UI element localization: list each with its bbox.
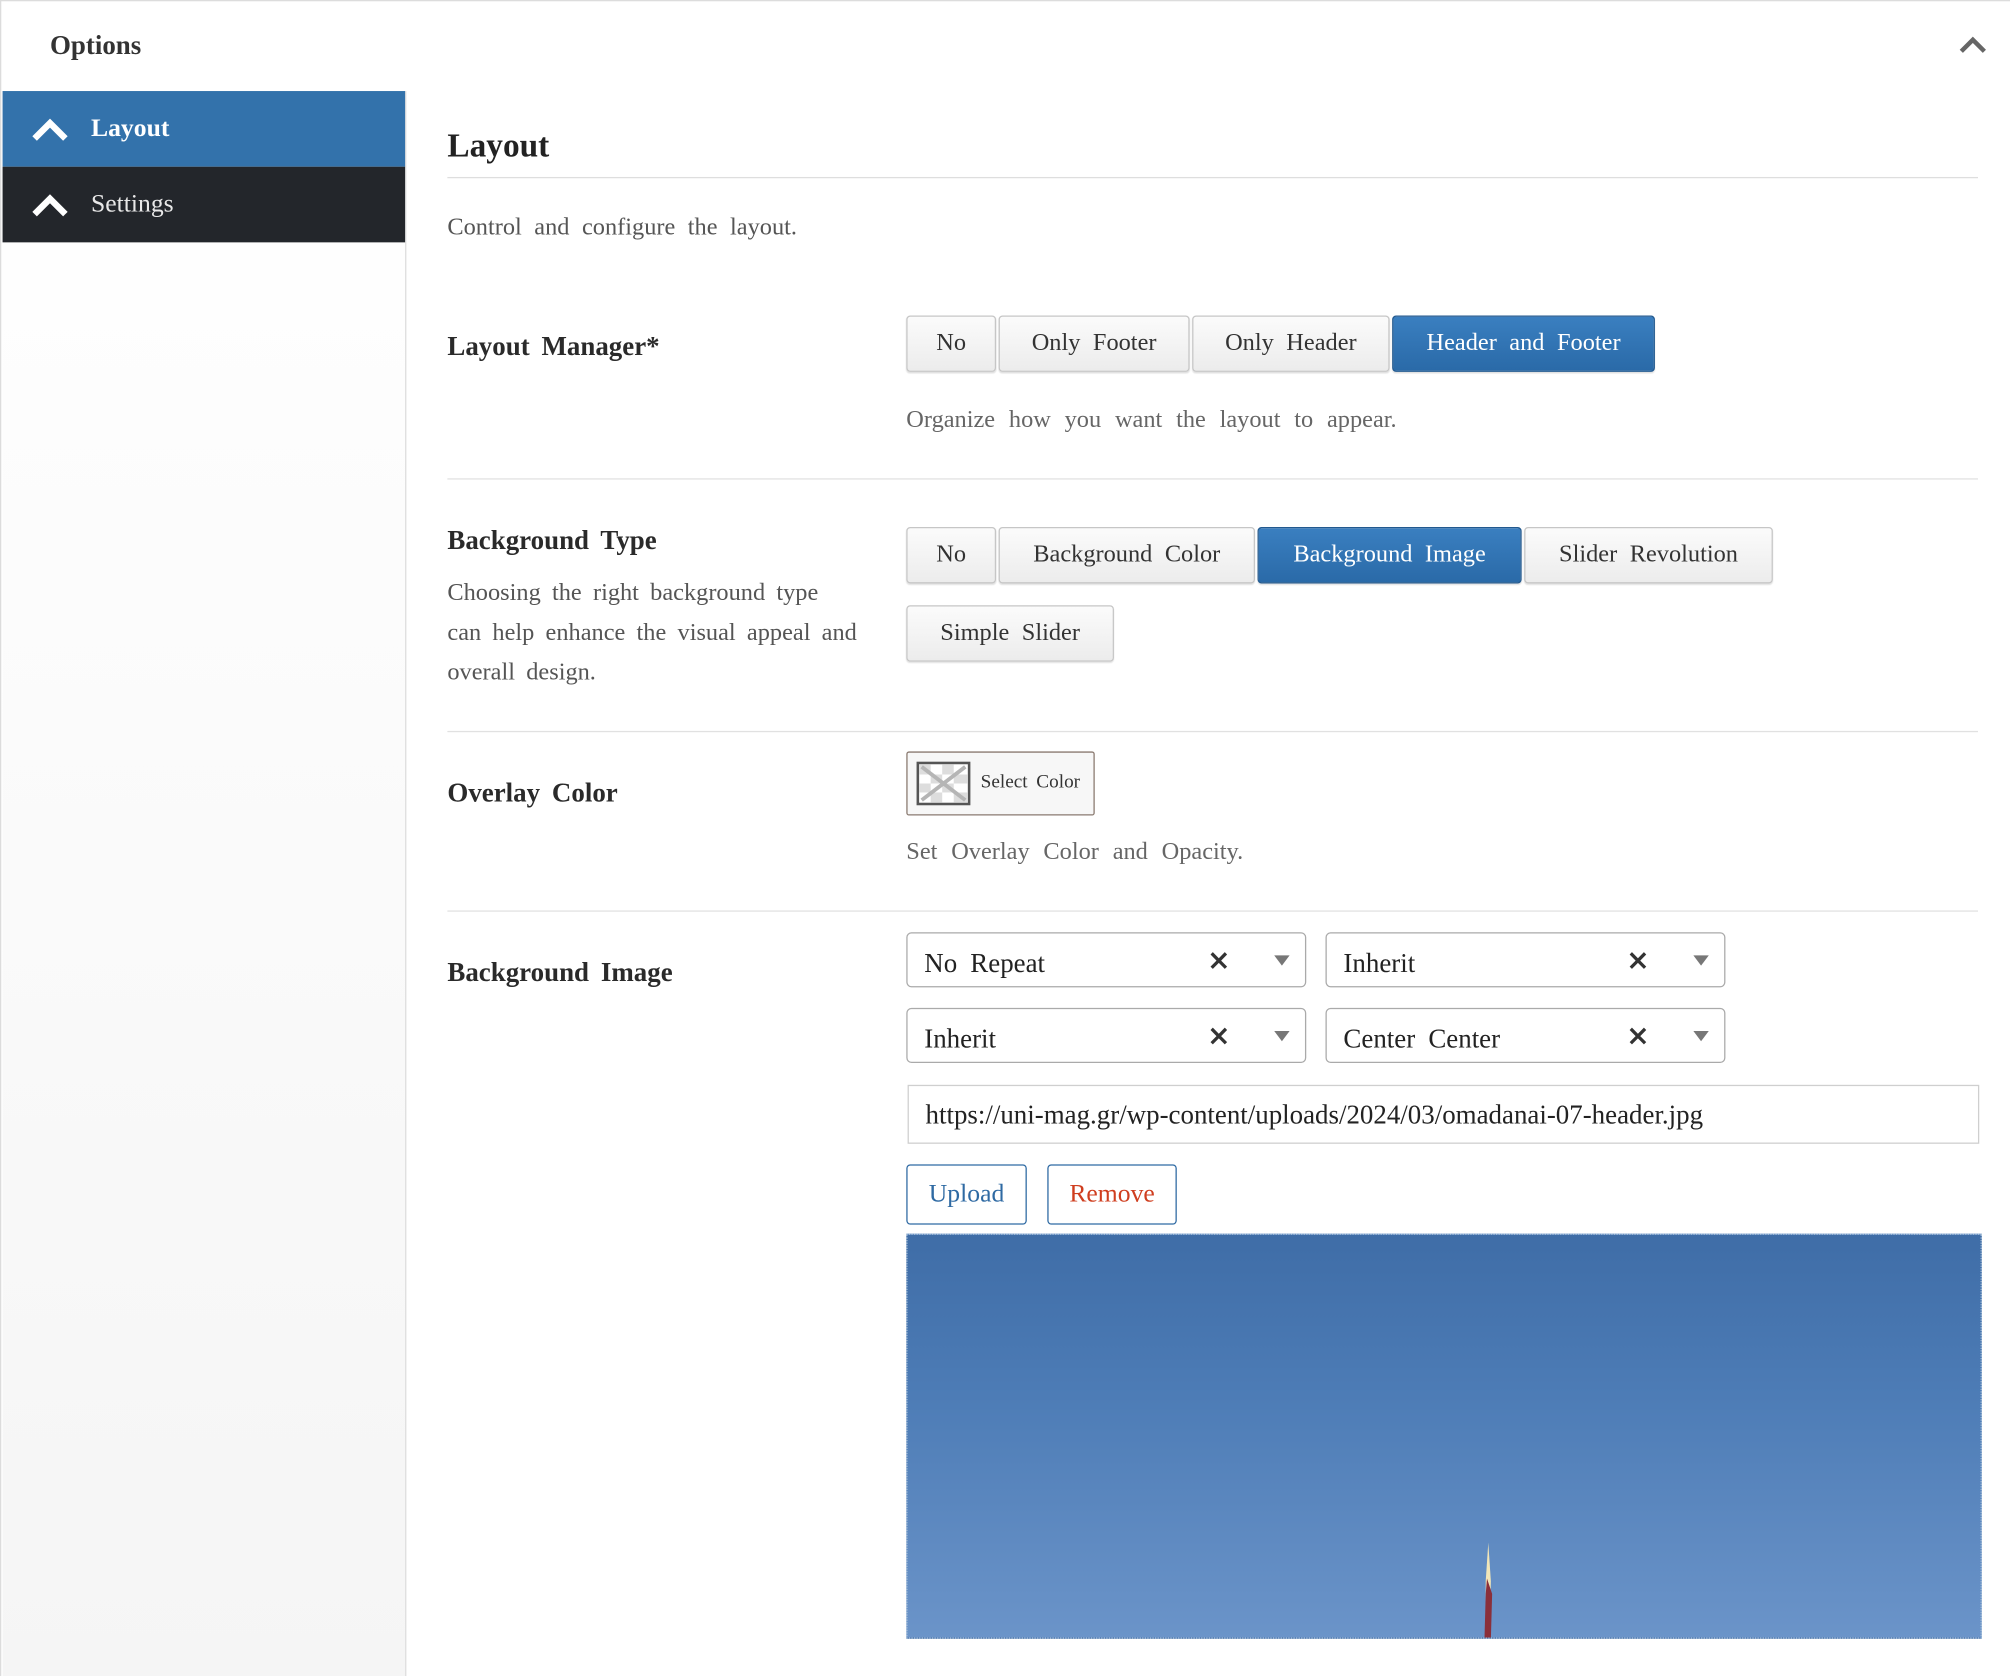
background-type-option-simple-slider[interactable]: Simple Slider bbox=[906, 605, 1114, 662]
layout-manager-option-header-and-footer[interactable]: Header and Footer bbox=[1392, 315, 1655, 372]
select-value: Center Center bbox=[1343, 1023, 1501, 1055]
sidebar-item-label: Settings bbox=[91, 189, 174, 218]
background-type-option-background-image[interactable]: Background Image bbox=[1257, 527, 1522, 584]
options-root: Options Layout Settings Layout Control a… bbox=[0, 0, 2010, 1676]
close-icon[interactable]: × bbox=[1626, 945, 1650, 977]
background-repeat-select[interactable]: No Repeat × bbox=[906, 932, 1307, 988]
caret-down-icon bbox=[1693, 1030, 1709, 1042]
close-icon[interactable]: × bbox=[1626, 1021, 1650, 1053]
background-type-option-slider-revolution[interactable]: Slider Revolution bbox=[1524, 527, 1773, 584]
background-type-option-background-color[interactable]: Background Color bbox=[998, 527, 1255, 584]
select-value: Inherit bbox=[924, 1023, 997, 1055]
overlay-color-help: Set Overlay Color and Opacity. bbox=[906, 838, 1244, 866]
caret-down-icon bbox=[1274, 1030, 1290, 1042]
layout-manager-help: Organize how you want the layout to appe… bbox=[906, 406, 1397, 434]
sidebar-item-settings[interactable]: Settings bbox=[2, 166, 406, 243]
background-type-description: Choosing the right background type can h… bbox=[447, 579, 857, 687]
chevron-up-icon bbox=[32, 193, 68, 216]
layout-manager-label: Layout Manager* bbox=[447, 330, 660, 362]
divider bbox=[447, 478, 1978, 480]
overlay-color-label: Overlay Color bbox=[447, 777, 618, 808]
divider bbox=[447, 730, 1978, 733]
section-description: Control and configure the layout. bbox=[447, 214, 798, 242]
select-value: No Repeat bbox=[924, 947, 1046, 979]
divider bbox=[447, 176, 1978, 179]
background-type-option-no[interactable]: No bbox=[906, 527, 997, 584]
close-icon[interactable]: × bbox=[1207, 945, 1231, 977]
upload-button[interactable]: Upload bbox=[906, 1164, 1027, 1225]
caret-down-icon bbox=[1274, 955, 1290, 966]
caret-down-icon bbox=[1693, 955, 1709, 966]
background-size-select[interactable]: Inherit × bbox=[906, 1007, 1307, 1064]
layout-manager-option-only-footer[interactable]: Only Footer bbox=[998, 315, 1190, 372]
sidebar: Layout Settings bbox=[2, 91, 407, 1676]
layout-manager-option-no[interactable]: No bbox=[906, 315, 997, 372]
chevron-up-icon[interactable] bbox=[1959, 35, 1987, 56]
background-image-label: Background Image bbox=[447, 956, 673, 988]
background-image-url-input[interactable] bbox=[907, 1084, 1980, 1144]
sidebar-item-label: Layout bbox=[91, 114, 170, 143]
section-title: Layout bbox=[447, 126, 550, 165]
transparent-swatch-icon bbox=[916, 761, 971, 806]
layout-manager-option-only-header[interactable]: Only Header bbox=[1192, 315, 1390, 372]
close-icon[interactable]: × bbox=[1207, 1021, 1231, 1053]
chevron-up-icon bbox=[32, 117, 68, 141]
select-color-label: Select Color bbox=[980, 771, 1081, 793]
remove-button[interactable]: Remove bbox=[1047, 1164, 1177, 1225]
select-value: Inherit bbox=[1343, 947, 1416, 979]
background-type-label: Background Type bbox=[447, 524, 657, 556]
background-attachment-select[interactable]: Inherit × bbox=[1325, 932, 1726, 988]
background-image-preview bbox=[906, 1233, 1982, 1639]
panel-title: Options bbox=[49, 29, 142, 61]
sidebar-item-layout[interactable]: Layout bbox=[2, 91, 406, 167]
overlay-color-picker[interactable]: Select Color bbox=[906, 751, 1095, 816]
background-position-select[interactable]: Center Center × bbox=[1325, 1007, 1726, 1064]
options-panel: Options Layout Settings Layout Control a… bbox=[0, 0, 2010, 1676]
preview-image-detail bbox=[1484, 1542, 1493, 1638]
panel-header: Options bbox=[1, 1, 2010, 91]
divider bbox=[447, 910, 1978, 912]
